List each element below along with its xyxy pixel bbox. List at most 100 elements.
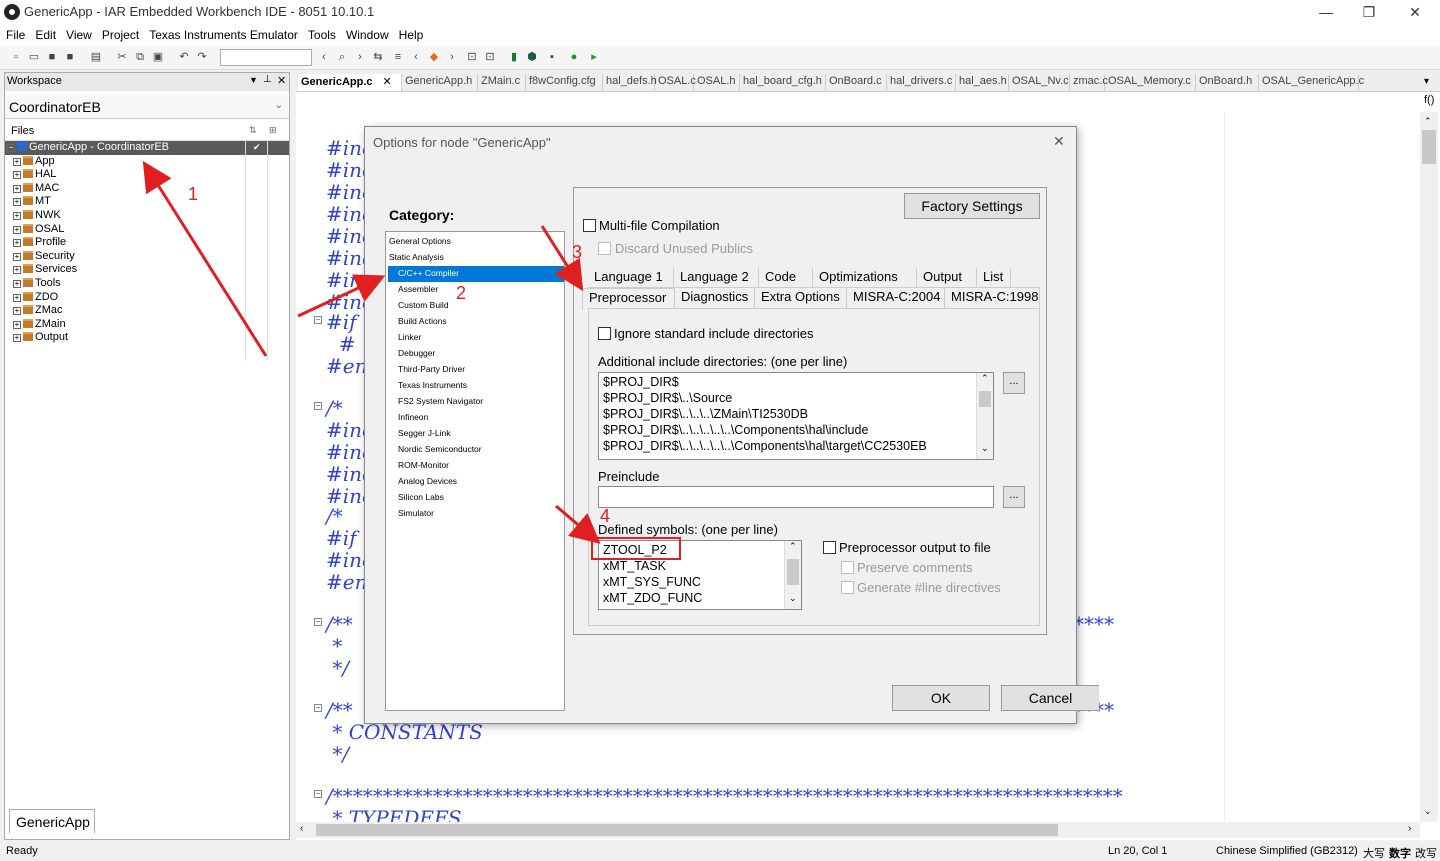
tab-language-2[interactable]: Language 2 [674, 268, 759, 288]
close-window-button[interactable]: ✕ [1400, 2, 1430, 22]
preinclude-browse-button[interactable]: ... [1003, 486, 1025, 508]
vertical-scrollbar[interactable]: ⌃ ⌄ [1420, 112, 1438, 822]
defined-symbol-item[interactable]: xMT_TASK [603, 559, 666, 573]
expand-icon[interactable]: + [13, 307, 21, 316]
ignore-std-checkbox[interactable] [598, 327, 611, 340]
expand-icon[interactable]: + [13, 184, 21, 193]
tab-output[interactable]: Output [917, 268, 977, 288]
expand-icon[interactable]: + [13, 212, 21, 220]
tab-misra-c-2004[interactable]: MISRA-C:2004 [847, 288, 945, 308]
compile-icon[interactable]: ⊡ [466, 51, 478, 63]
menu-ti-emulator[interactable]: Texas Instruments Emulator [144, 24, 303, 42]
function-nav-icon[interactable]: f() [1424, 94, 1434, 106]
tab-code[interactable]: Code [759, 268, 813, 288]
category-rom-monitor[interactable]: ROM-Monitor [388, 458, 564, 474]
new-file-icon[interactable]: ▫ [10, 51, 22, 63]
menu-view[interactable]: View [61, 24, 97, 42]
goto-icon[interactable]: ≡ [392, 51, 404, 63]
tree-folder-security[interactable]: + Security [5, 250, 289, 264]
copy-icon[interactable]: ⧉ [134, 51, 146, 63]
include-dir-item[interactable]: $PROJ_DIR$\..\Source [603, 391, 732, 405]
menu-tools[interactable]: Tools [303, 24, 341, 42]
tree-folder-osal[interactable]: + OSAL [5, 223, 289, 237]
tab-close-icon[interactable]: ✕ [383, 76, 392, 88]
include-dir-item[interactable]: $PROJ_DIR$\..\..\..\ZMain\TI2530DB [603, 407, 808, 421]
tab-misra-c-1998[interactable]: MISRA-C:1998 [945, 288, 1040, 308]
multi-file-checkbox[interactable] [583, 219, 596, 232]
category-build-actions[interactable]: Build Actions [388, 314, 564, 330]
breakpoint-icon[interactable]: ⬢ [526, 51, 538, 63]
category-segger-j-link[interactable]: Segger J-Link [388, 426, 564, 442]
tab-genericapp-h[interactable]: GenericApp.h [402, 74, 478, 91]
category-general-options[interactable]: General Options [388, 234, 564, 250]
include-dir-item[interactable]: $PROJ_DIR$\..\..\..\..\..\Components\hal… [603, 423, 868, 437]
category-c-c-compiler[interactable]: C/C++ Compiler [388, 266, 564, 282]
category-linker[interactable]: Linker [388, 330, 564, 346]
tab-osal-c[interactable]: OSAL.c [655, 74, 696, 91]
tree-folder-services[interactable]: + Services [5, 263, 289, 277]
fold-toggle-icon[interactable]: − [314, 704, 322, 712]
tree-folder-zmac[interactable]: + ZMac [5, 304, 289, 318]
open-file-icon[interactable]: ▭ [28, 51, 40, 63]
tree-folder-hal[interactable]: + HAL [5, 168, 289, 182]
tab-osal-nv-c[interactable]: OSAL_Nv.c [1009, 74, 1070, 91]
save-icon[interactable]: ■ [46, 51, 58, 63]
tab-diagnostics[interactable]: Diagnostics [675, 288, 755, 308]
maximize-button[interactable]: ❐ [1354, 2, 1384, 22]
tree-folder-mac[interactable]: + MAC [5, 182, 289, 196]
expand-icon[interactable]: + [13, 293, 21, 302]
category-fs2-system-navigator[interactable]: FS2 System Navigator [388, 394, 564, 410]
include-dir-item[interactable]: $PROJ_DIR$ [603, 375, 679, 389]
expand-icon[interactable]: + [13, 266, 21, 275]
category-analog-devices[interactable]: Analog Devices [388, 474, 564, 490]
expand-icon[interactable]: + [13, 334, 21, 343]
tab-hal-aes-h[interactable]: hal_aes.h [956, 74, 1009, 91]
tab-hal-board-cfg-h[interactable]: hal_board_cfg.h [740, 74, 826, 91]
tab-zmain-c[interactable]: ZMain.c [478, 74, 526, 91]
collapse-icon[interactable]: − [7, 144, 15, 152]
tab-hal-defs-h[interactable]: hal_defs.h [603, 74, 657, 91]
fold-toggle-icon[interactable]: − [314, 402, 322, 410]
include-dirs-list[interactable]: ⌃ ⌄ $PROJ_DIR$ $PROJ_DIR$\..\Source $PROJ_… [598, 372, 994, 460]
horizontal-scrollbar[interactable]: ‹ › [296, 822, 1420, 838]
forward-icon[interactable]: › [354, 51, 366, 63]
expand-icon[interactable]: + [13, 157, 21, 166]
expand-icon[interactable]: + [13, 225, 21, 234]
next-bookmark-icon[interactable]: › [446, 51, 458, 63]
tree-folder-zdo[interactable]: + ZDO [5, 291, 289, 305]
search-combo[interactable] [220, 49, 312, 66]
category-silicon-labs[interactable]: Silicon Labs [388, 490, 564, 506]
debug-options-icon[interactable]: ▪ [546, 51, 558, 63]
preinclude-input[interactable] [598, 486, 994, 508]
prev-bookmark-icon[interactable]: ‹ [410, 51, 422, 63]
tab-optimizations[interactable]: Optimizations [813, 268, 917, 288]
fold-toggle-icon[interactable]: − [314, 316, 322, 324]
back-icon[interactable]: ‹ [318, 51, 330, 63]
tab-list-icon[interactable]: ▾ [1424, 76, 1429, 87]
tab-f8wconfig-cfg[interactable]: f8wConfig.cfg [526, 74, 603, 91]
ok-button[interactable]: OK [892, 685, 990, 711]
tree-folder-zmain[interactable]: + ZMain [5, 318, 289, 332]
fold-toggle-icon[interactable]: − [314, 618, 322, 626]
tab-onboard-c[interactable]: OnBoard.c [826, 74, 887, 91]
redo-icon[interactable]: ↷ [196, 51, 208, 63]
tab-hal-drivers-c[interactable]: hal_drivers.c [887, 74, 956, 91]
tab-language-1[interactable]: Language 1 [588, 268, 674, 288]
expand-icon[interactable]: + [13, 320, 21, 329]
tab-extra-options[interactable]: Extra Options [755, 288, 847, 308]
dialog-close-icon[interactable]: ✕ [1053, 133, 1065, 150]
menu-file[interactable]: File [0, 24, 30, 42]
defined-symbol-item[interactable]: xMT_ZDO_FUNC [603, 591, 702, 605]
tab-osal-memory-c[interactable]: OSAL_Memory.c [1105, 74, 1196, 91]
category-debugger[interactable]: Debugger [388, 346, 564, 362]
make-icon[interactable]: ⊡ [484, 51, 496, 63]
tree-folder-mt[interactable]: + MT [5, 195, 289, 209]
tab-preprocessor[interactable]: Preprocessor [582, 288, 675, 310]
category-static-analysis[interactable]: Static Analysis [388, 250, 564, 266]
tree-folder-app[interactable]: + App [5, 155, 289, 169]
debug-without-download-icon[interactable]: ▸ [588, 51, 600, 63]
download-debug-icon[interactable]: ● [568, 51, 580, 63]
tab-genericapp-c[interactable]: GenericApp.c ✕ [298, 74, 402, 91]
category-custom-build[interactable]: Custom Build [388, 298, 564, 314]
menu-help[interactable]: Help [394, 24, 429, 42]
